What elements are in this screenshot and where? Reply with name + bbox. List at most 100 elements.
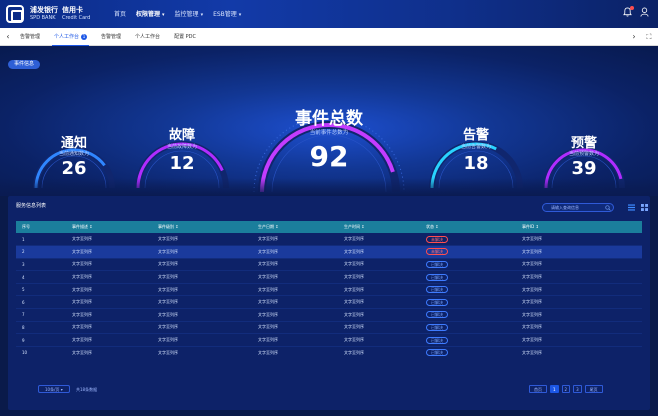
table-row[interactable]: 5 文字至列序 文字至列序 文字至列序 文字至列序 已解决 文字至列序 xyxy=(16,283,642,297)
table-row[interactable]: 4 文字至列序 文字至列序 文字至列序 文字至列序 已解决 文字至列序 xyxy=(16,270,642,284)
hero-floor-glow xyxy=(0,178,658,196)
tab-personal-workbench[interactable]: 个人工作台 1 xyxy=(48,28,93,46)
gauge-title: 预警 xyxy=(570,136,597,151)
chevron-left-icon[interactable]: ‹ xyxy=(2,31,14,43)
column-header-status[interactable]: 状态 ↕ xyxy=(420,221,516,233)
table-row[interactable]: 10 文字至列序 文字至列序 文字至列序 文字至列序 已解决 文字至列序 xyxy=(16,346,642,359)
table-cell: 文字至列序 xyxy=(152,283,252,297)
status-badge: 未解决 xyxy=(426,248,448,256)
table-cell: 文字至列序 xyxy=(338,233,420,247)
service-table: 序号 事件描述 ↕ 事件级别 ↕ 生产日期 ↕ 生产时间 ↕ 状态 ↕ 事件ID… xyxy=(16,221,642,359)
table-row[interactable]: 8 文字至列序 文字至列序 文字至列序 文字至列序 已解决 文字至列序 xyxy=(16,321,642,335)
status-badge: 未解决 xyxy=(426,235,448,243)
nav-esb-management[interactable]: ESB管理 ▾ xyxy=(213,9,241,18)
column-header-description[interactable]: 事件描述 ↕ xyxy=(66,221,152,233)
page-number-button[interactable]: 1 xyxy=(550,385,559,393)
tab-config-pdc[interactable]: 配置 PDC xyxy=(168,28,202,46)
table-row[interactable]: 3 文字至列序 文字至列序 文字至列序 文字至列序 已解决 文字至列序 xyxy=(16,258,642,272)
table-row[interactable]: 9 文字至列序 文字至列序 文字至列序 文字至列序 已解决 文字至列序 xyxy=(16,333,642,347)
column-header-event-id[interactable]: 事件ID ↕ xyxy=(516,221,642,233)
status-cell: 未解决 xyxy=(420,245,516,259)
grid-view-icon[interactable] xyxy=(641,204,648,211)
table-cell: 文字至列序 xyxy=(66,233,152,247)
table-cell: 文字至列序 xyxy=(158,349,178,355)
tab-label: 个人工作台 xyxy=(54,34,80,40)
table-cell: 文字至列序 xyxy=(338,258,420,272)
page-number-button[interactable]: 2 xyxy=(561,385,571,393)
tab-alarm-management[interactable]: 告警管理 xyxy=(14,28,46,46)
gauge-subtitle: 当前故障数为 xyxy=(166,144,197,150)
gauge-subtitle: 当前预警数为 xyxy=(568,151,599,157)
table-cell: 5 xyxy=(16,283,66,297)
status-badge: 已解决 xyxy=(426,286,448,294)
table-cell: 文字至列序 xyxy=(338,283,420,297)
gauge-subtitle: 当前事件总数为 xyxy=(309,130,349,136)
table-cell: 文字至列序 xyxy=(66,245,152,259)
table-row[interactable]: 6 文字至列序 文字至列序 文字至列序 文字至列序 已解决 文字至列序 xyxy=(16,295,642,310)
chevron-down-icon: ▾ xyxy=(200,12,204,18)
gauge-total-events: 事件总数 当前事件总数为 92 xyxy=(248,64,410,194)
nav-monitor-management[interactable]: 监控管理 ▾ xyxy=(175,9,204,18)
status-cell: 已解决 xyxy=(420,283,516,297)
page-size-label: 10条/页 xyxy=(45,387,60,392)
column-header-index[interactable]: 序号 xyxy=(16,221,66,233)
nav-label: 权限管理 xyxy=(136,11,161,18)
chevron-down-icon: ▾ xyxy=(162,12,165,18)
event-info-pill: 事件信息 xyxy=(8,60,41,69)
table-cell: 文字至列序 xyxy=(338,308,420,322)
notification-dot xyxy=(630,6,634,10)
table-cell: 文字至列序 xyxy=(252,333,338,347)
table-cell: 文字至列序 xyxy=(152,270,252,284)
table-row[interactable]: 7 文字至列序 文字至列序 文字至列序 文字至列序 已解决 文字至列序 xyxy=(16,308,642,322)
tab-alarm-management-2[interactable]: 告警管理 xyxy=(95,28,127,46)
table-row[interactable]: 2 文字至列序 文字至列序 文字至列序 文字至列序 未解决 文字至列序 xyxy=(16,245,642,259)
gauge-title: 告警 xyxy=(462,128,489,143)
table-cell: 文字至列序 xyxy=(252,245,338,259)
status-badge: 已解决 xyxy=(426,311,448,319)
table-cell: 文字至列序 xyxy=(516,283,642,297)
tab-badge: 1 xyxy=(81,34,88,40)
table-cell: 文字至列序 xyxy=(152,321,252,335)
spd-bank-logo[interactable] xyxy=(6,5,24,23)
table-row[interactable]: 1 文字至列序 文字至列序 文字至列序 文字至列序 未解决 文字至列序 xyxy=(16,233,642,247)
search-icon[interactable] xyxy=(605,205,611,211)
status-cell: 已解决 xyxy=(420,333,516,347)
table-cell: 文字至列序 xyxy=(344,349,364,355)
tab-personal-workbench-2[interactable]: 个人工作台 xyxy=(129,28,166,46)
chevron-right-icon[interactable]: › xyxy=(628,31,640,43)
page-number-button[interactable]: 3 xyxy=(573,385,582,393)
table-cell: 文字至列序 xyxy=(66,258,152,272)
nav-permission-management[interactable]: 权限管理 ▾ xyxy=(136,9,165,18)
user-icon[interactable] xyxy=(640,7,649,17)
search-input[interactable]: 请输入查询信息 xyxy=(542,203,614,212)
table-cell: 文字至列序 xyxy=(66,295,152,310)
column-header-level[interactable]: 事件级别 ↕ xyxy=(152,221,252,233)
panel-title: 服务信息列表 xyxy=(16,203,47,209)
table-cell: 文字至列序 xyxy=(516,233,642,247)
table-cell: 文字至列序 xyxy=(252,283,338,297)
tab-label: 个人工作台 xyxy=(135,34,161,40)
fullscreen-icon[interactable]: ⛶ xyxy=(643,31,655,43)
status-badge: 已解决 xyxy=(426,260,448,268)
column-header-time[interactable]: 生产时间 ↕ xyxy=(338,221,420,233)
open-tabs: 告警管理 个人工作台 1 告警管理 个人工作台 配置 PDC xyxy=(14,28,202,46)
nav-home[interactable]: 首页 xyxy=(114,9,126,18)
column-header-date[interactable]: 生产日期 ↕ xyxy=(252,221,338,233)
gauge-title: 通知 xyxy=(60,136,87,151)
page-size-select[interactable]: 10条/页 ▾ xyxy=(38,385,70,393)
tab-label: 告警管理 xyxy=(101,34,122,40)
table-header-row: 序号 事件描述 ↕ 事件级别 ↕ 生产日期 ↕ 生产时间 ↕ 状态 ↕ 事件ID… xyxy=(16,221,642,233)
gauge-value: 39 xyxy=(571,158,597,179)
table-cell: 文字至列序 xyxy=(338,333,420,347)
list-view-icon[interactable] xyxy=(628,204,635,211)
first-page-button[interactable]: 首页 xyxy=(529,385,547,393)
gauge-title: 故障 xyxy=(168,128,195,143)
table-cell: 文字至列序 xyxy=(516,308,642,322)
card-name-cn: 信用卡 xyxy=(62,6,83,14)
tab-bar: ‹ 告警管理 个人工作台 1 告警管理 个人工作台 配置 PDC › ⛶ xyxy=(0,28,658,46)
table-cell: 6 xyxy=(16,295,66,310)
table-cell: 文字至列序 xyxy=(516,270,642,284)
gauge-value: 18 xyxy=(463,153,489,174)
table-cell: 7 xyxy=(16,308,66,322)
last-page-button[interactable]: 尾页 xyxy=(584,385,603,393)
